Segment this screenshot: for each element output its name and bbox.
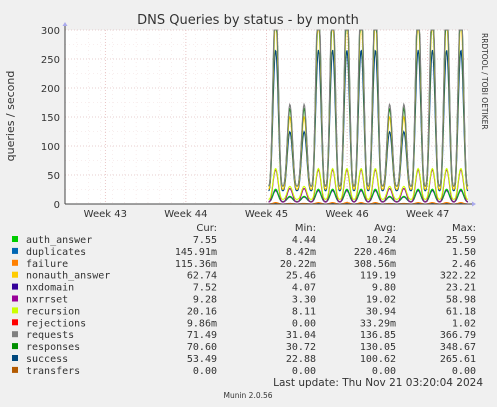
y-tick-label: 200 [41, 84, 60, 95]
legend-name: success [26, 354, 68, 365]
legend-max: 1.02 [452, 318, 476, 329]
y-tick-label: 150 [41, 113, 60, 124]
x-tick-label: Week 43 [84, 209, 127, 220]
legend-max: 25.59 [446, 235, 476, 246]
watermark: RRDTOOL / TOBI OETIKER [480, 33, 489, 130]
x-axis-ticks: Week 43 Week 44 Week 45 Week 46 Week 47 [84, 209, 450, 220]
y-tick-label: 300 [41, 26, 60, 37]
legend-min: 4.07 [292, 283, 316, 294]
legend-name: nxrrset [26, 295, 68, 306]
x-tick-label: Week 46 [325, 209, 368, 220]
legend-cur: 0.00 [193, 366, 217, 377]
legend-swatch [12, 331, 18, 338]
x-tick-label: Week 47 [406, 209, 449, 220]
legend-max: 58.98 [446, 295, 476, 306]
y-tick-label: 0 [54, 200, 60, 211]
legend-swatch [12, 355, 18, 361]
legend-avg: 130.05 [360, 342, 396, 353]
legend-swatch [12, 366, 18, 373]
legend-max: 0.00 [452, 366, 476, 377]
legend-cur: 7.52 [193, 283, 217, 294]
legend-avg: 33.29m [360, 318, 396, 329]
legend-min: 0.00 [292, 318, 316, 329]
legend-max: 265.61 [440, 354, 476, 365]
legend-cur: 62.74 [187, 271, 217, 282]
legend-max: 322.22 [440, 271, 476, 282]
legend-swatch [12, 236, 18, 242]
legend-swatch [12, 247, 18, 254]
legend-swatch [12, 283, 18, 290]
legend-min: 3.30 [292, 295, 316, 306]
legend-cur: 71.49 [187, 330, 217, 341]
legend-min: 8.11 [292, 306, 316, 317]
legend-min: 30.72 [286, 342, 316, 353]
legend-name: nxdomain [26, 283, 74, 294]
x-tick-label: Week 44 [164, 209, 207, 220]
legend-cur: 7.55 [193, 235, 217, 246]
legend-avg: 119.19 [360, 271, 396, 282]
legend-cur: 9.28 [193, 295, 217, 306]
y-tick-label: 250 [41, 55, 60, 66]
y-axis-arrow [62, 22, 68, 26]
legend-swatch [12, 307, 18, 314]
legend-min: 31.04 [286, 330, 316, 341]
legend-name: nonauth_answer [26, 271, 110, 282]
legend-swatch [12, 271, 18, 278]
legend-max: 366.79 [440, 330, 476, 341]
legend-name: duplicates [26, 247, 86, 258]
legend-avg: 308.56m [354, 259, 396, 270]
chart-title: DNS Queries by status - by month [137, 13, 359, 28]
legend-header-avg: Avg: [374, 223, 396, 234]
legend-avg: 0.00 [372, 366, 396, 377]
legend-name: recursion [26, 306, 80, 317]
legend-swatch [12, 343, 18, 350]
legend-max: 1.50 [452, 247, 476, 258]
legend-cur: 145.91m [175, 247, 217, 258]
chart-canvas: DNS Queries by status - by month RRDTOOL… [4, 13, 489, 400]
legend-name: responses [26, 342, 80, 353]
legend-cur: 9.86m [187, 318, 217, 329]
legend-name: requests [26, 330, 74, 341]
legend-name: auth_answer [26, 235, 92, 246]
legend-cur: 20.16 [187, 306, 217, 317]
legend-avg: 100.62 [360, 354, 396, 365]
y-tick-label: 100 [41, 142, 60, 153]
legend-header-cur: Cur: [196, 223, 217, 234]
legend-max: 2.46 [452, 259, 476, 270]
legend-name: failure [26, 259, 68, 270]
x-tick-label: Week 45 [245, 209, 288, 220]
legend-avg: 30.94 [366, 306, 396, 317]
x-axis-arrow [472, 201, 476, 207]
legend-table: Cur: Min: Avg: Max: auth_answer 7.55 4.44 10.24… [12, 223, 476, 377]
legend-swatch [12, 295, 18, 302]
legend-name: rejections [26, 318, 86, 329]
legend-min: 22.88 [286, 354, 316, 365]
legend-header-max: Max: [452, 223, 476, 234]
legend-max: 23.21 [446, 283, 476, 294]
legend-swatch [12, 319, 18, 326]
legend-avg: 19.02 [366, 295, 396, 306]
y-axis-label: queries / second [4, 71, 17, 162]
legend-min: 4.44 [292, 235, 316, 246]
legend-min: 20.22m [280, 259, 316, 270]
legend-min: 25.46 [286, 271, 316, 282]
munin-version: Munin 2.0.56 [223, 391, 272, 400]
legend-cur: 53.49 [187, 354, 217, 365]
legend-header-min: Min: [295, 223, 316, 234]
legend-name: transfers [26, 366, 80, 377]
legend-swatch [12, 259, 18, 266]
legend-max: 348.67 [440, 342, 476, 353]
legend-avg: 136.85 [360, 330, 396, 341]
legend-avg: 10.24 [366, 235, 396, 246]
legend-avg: 9.80 [372, 283, 396, 294]
legend-cur: 70.60 [187, 342, 217, 353]
legend-min: 0.00 [292, 366, 316, 377]
last-update: Last update: Thu Nov 21 03:20:04 2024 [273, 377, 483, 389]
y-tick-label: 50 [47, 171, 60, 182]
legend-min: 8.42m [286, 247, 316, 258]
y-axis-ticks: 0 50 100 150 200 250 300 [41, 26, 60, 211]
legend-avg: 220.46m [354, 247, 396, 258]
legend-cur: 115.36m [175, 259, 217, 270]
legend-max: 61.18 [446, 306, 476, 317]
